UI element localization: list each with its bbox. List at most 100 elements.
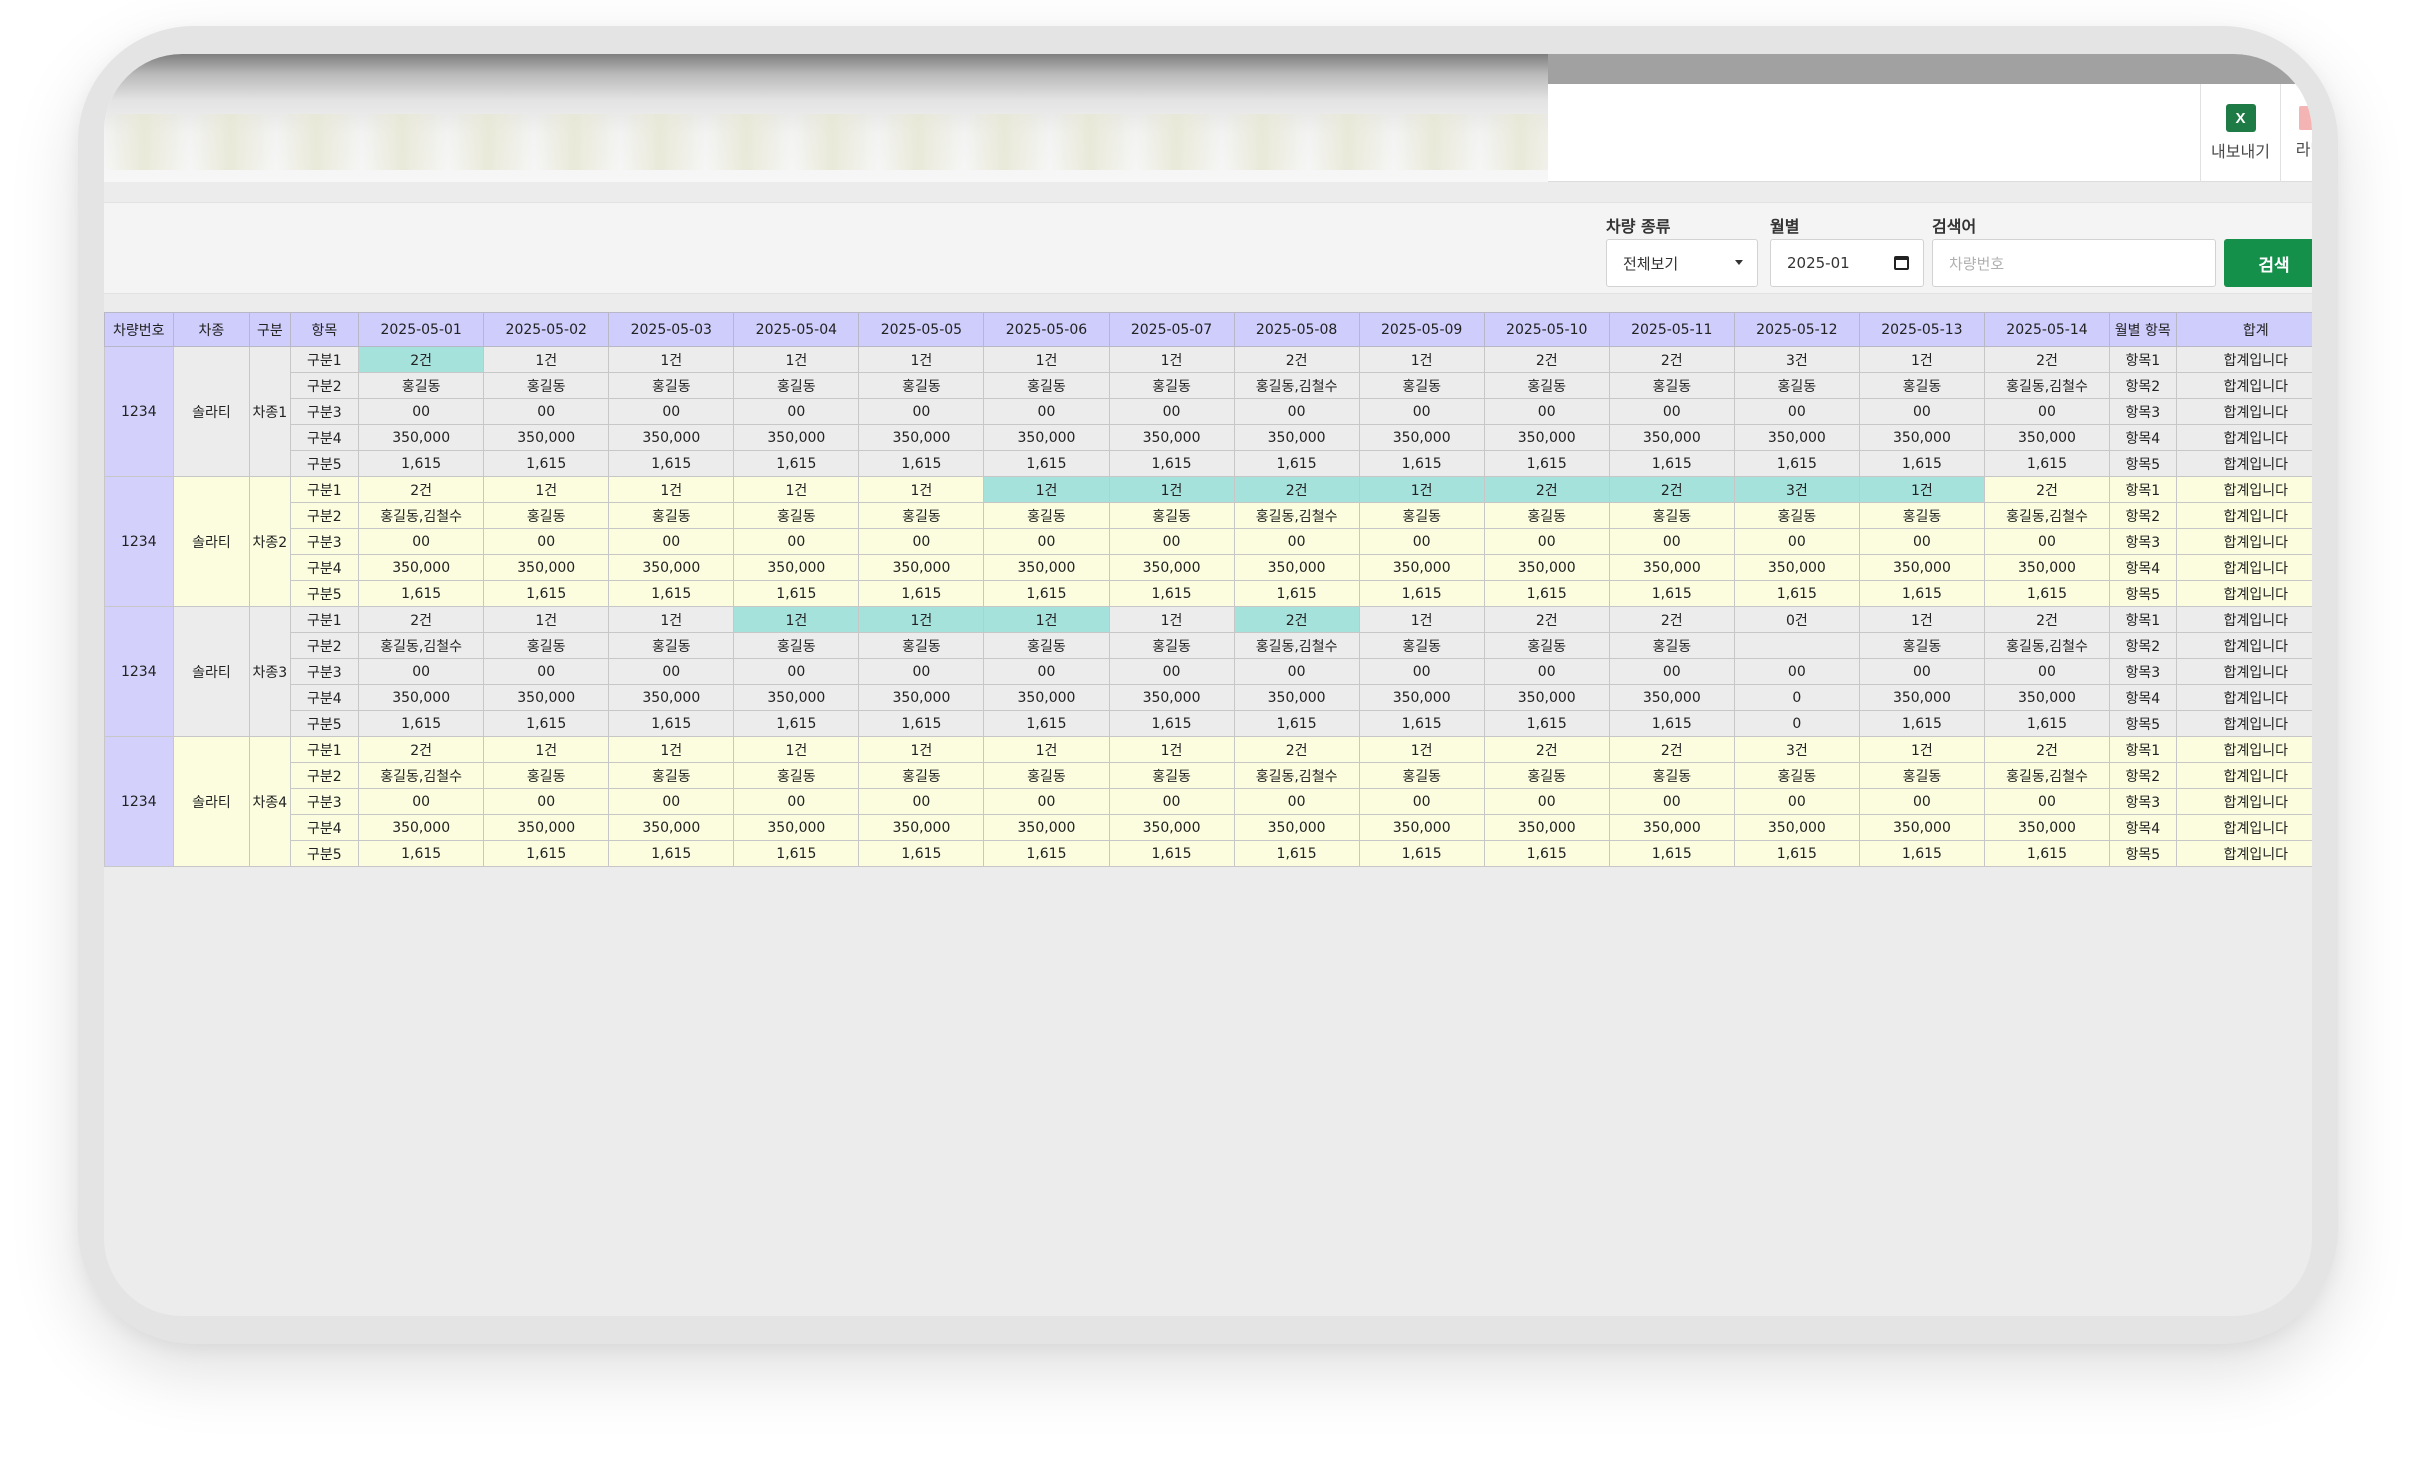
day-cell: 홍길동,김철수 <box>1983 502 2111 529</box>
item-cell: 구분4 <box>289 554 360 581</box>
column-header: 2025-05-12 <box>1733 312 1860 347</box>
table-row: 1234 솔라티 차종3 구분1 2건 1건 1건 1건 1건 1건 1건 2건 1건 2건 2건 0건 1건 2… <box>104 606 2312 737</box>
day-cell: 1건 <box>983 476 1110 503</box>
day-cell: 00 <box>1108 528 1235 555</box>
day-cell: 홍길동 <box>1358 762 1485 789</box>
day-cell: 1건 <box>1858 476 1985 503</box>
day-cell: 1건 <box>733 736 860 763</box>
item-cell: 구분5 <box>289 580 360 607</box>
label-button[interactable]: 라벨 <box>2280 84 2312 182</box>
column-header: 구분 <box>249 312 291 347</box>
day-cell: 홍길동 <box>1858 502 1985 529</box>
day-cell: 1,615 <box>1483 580 1610 607</box>
day-cell: 350,000 <box>1233 424 1360 451</box>
day-cell: 00 <box>733 528 860 555</box>
column-header: 차종 <box>172 312 251 347</box>
export-button[interactable]: X 내보내기 <box>2200 84 2280 182</box>
total-cell: 합계입니다 <box>2175 580 2312 607</box>
day-cell: 2건 <box>1608 736 1735 763</box>
day-cell: 00 <box>1983 658 2111 685</box>
item-cell: 구분2 <box>289 372 360 399</box>
day-cell: 00 <box>1233 788 1360 815</box>
day-cell: 1건 <box>733 606 860 633</box>
search-placeholder: 차량번호 <box>1949 254 2005 273</box>
day-cell: 1,615 <box>1358 580 1485 607</box>
day-cell: 350,000 <box>1108 684 1235 711</box>
day-cell: 00 <box>1608 658 1735 685</box>
monthly-item-cell: 항목4 <box>2109 814 2177 841</box>
day-cell: 00 <box>1108 788 1235 815</box>
day-cell: 00 <box>983 788 1110 815</box>
total-cell: 합계입니다 <box>2175 840 2312 867</box>
total-cell: 합계입니다 <box>2175 424 2312 451</box>
day-cell: 1건 <box>483 736 610 763</box>
day-cell: 2건 <box>1608 606 1735 633</box>
day-cell: 00 <box>1858 658 1985 685</box>
day-cell: 1,615 <box>733 710 860 737</box>
calendar-icon[interactable] <box>1894 256 1909 270</box>
car-type-cell: 솔라티 <box>172 606 251 737</box>
day-cell: 00 <box>1733 658 1860 685</box>
day-cell: 00 <box>1358 788 1485 815</box>
table-row: 1234 솔라티 차종1 구분1 2건 1건 1건 1건 1건 1건 1건 2건 1건 2건 2건 3건 1건 2… <box>104 346 2312 477</box>
day-cell: 1건 <box>608 606 735 633</box>
day-cell: 홍길동 <box>1733 502 1860 529</box>
day-cell: 00 <box>1608 528 1735 555</box>
day-cell: 0 <box>1733 710 1860 737</box>
day-cell: 홍길동 <box>1608 632 1735 659</box>
table-body: 1234 솔라티 차종1 구분1 2건 1건 1건 1건 1건 1건 1건 2건 1건 2건 2건 3건 1건 2… <box>104 346 2312 867</box>
total-cell: 합계입니다 <box>2175 372 2312 399</box>
day-cell: 1,615 <box>1233 840 1360 867</box>
day-cell: 홍길동 <box>608 762 735 789</box>
day-cell: 00 <box>1483 788 1610 815</box>
day-cell: 1,615 <box>1483 450 1610 477</box>
search-button[interactable]: 검색 <box>2224 239 2312 287</box>
day-cell: 2건 <box>1608 346 1735 373</box>
day-cell: 홍길동 <box>858 762 985 789</box>
division-cell: 차종4 <box>249 736 291 867</box>
day-cell: 350,000 <box>1983 424 2111 451</box>
day-cell: 홍길동 <box>608 502 735 529</box>
day-cell: 00 <box>1233 528 1360 555</box>
day-cell: 350,000 <box>1608 424 1735 451</box>
day-cell: 1,615 <box>1733 840 1860 867</box>
day-cell: 1,615 <box>1358 840 1485 867</box>
search-input[interactable]: 차량번호 <box>1932 239 2216 287</box>
day-cell: 1,615 <box>483 840 610 867</box>
month-input[interactable]: 2025-01 <box>1770 239 1924 287</box>
day-cell: 홍길동 <box>983 632 1110 659</box>
day-cell: 홍길동 <box>483 502 610 529</box>
day-cell: 00 <box>1233 658 1360 685</box>
search-label: 검색어 <box>1932 217 1977 236</box>
day-cell: 350,000 <box>483 684 610 711</box>
day-cell: 1,615 <box>1983 580 2111 607</box>
monthly-item-cell: 항목3 <box>2109 658 2177 685</box>
day-cell: 1,615 <box>1483 840 1610 867</box>
day-cell: 1,615 <box>1858 450 1985 477</box>
car-type-cell: 솔라티 <box>172 346 251 477</box>
vehicle-type-select[interactable]: 전체보기 <box>1606 239 1758 287</box>
table-row: 구분5 1,615 1,615 1,615 1,615 1,615 1,615 1,615 1,… <box>105 580 2312 607</box>
day-cell: 1건 <box>858 476 985 503</box>
total-cell: 합계입니다 <box>2175 450 2312 477</box>
day-cell: 1건 <box>1358 736 1485 763</box>
day-cell: 2건 <box>1483 476 1610 503</box>
day-cell: 홍길동,김철수 <box>1233 372 1360 399</box>
column-header: 2025-05-07 <box>1108 312 1235 347</box>
day-cell: 2건 <box>358 736 485 763</box>
day-cell: 홍길동 <box>983 502 1110 529</box>
column-header: 2025-05-08 <box>1233 312 1360 347</box>
day-cell: 홍길동 <box>983 762 1110 789</box>
monthly-item-cell: 항목5 <box>2109 710 2177 737</box>
day-cell: 홍길동,김철수 <box>358 502 485 529</box>
day-cell: 홍길동 <box>858 632 985 659</box>
day-cell: 1,615 <box>1983 450 2111 477</box>
day-cell: 350,000 <box>1108 554 1235 581</box>
day-cell: 00 <box>858 398 985 425</box>
day-cell: 2건 <box>1483 346 1610 373</box>
monthly-item-cell: 항목3 <box>2109 528 2177 555</box>
day-cell: 홍길동 <box>1608 372 1735 399</box>
day-cell: 00 <box>1608 398 1735 425</box>
monthly-item-cell: 항목2 <box>2109 372 2177 399</box>
column-header: 2025-05-05 <box>858 312 985 347</box>
